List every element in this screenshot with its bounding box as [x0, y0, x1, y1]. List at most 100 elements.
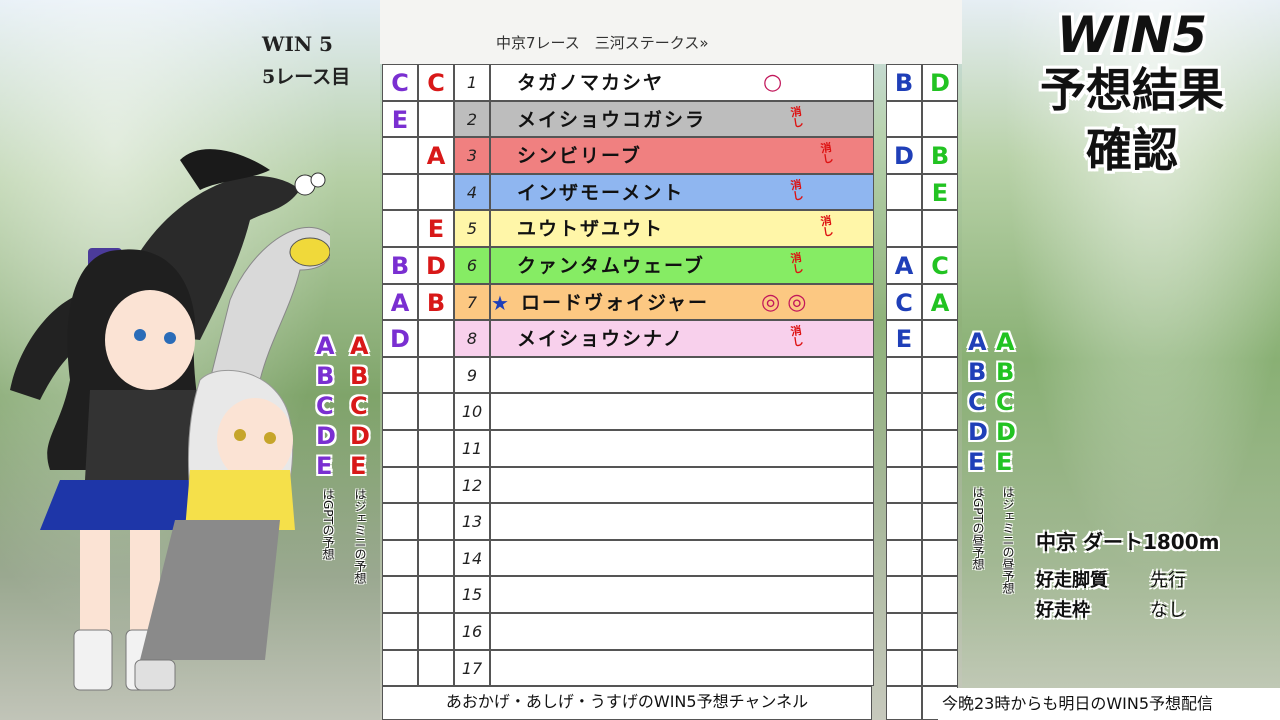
legend-letter: C	[968, 388, 986, 416]
gpt-pick-cell	[382, 649, 418, 687]
gemini-pick-cell	[418, 393, 454, 430]
gpt-pick-cell	[382, 210, 418, 247]
gemini-pick-cell	[418, 503, 454, 540]
gemini-pick-cell: A	[418, 137, 454, 174]
gpt-pick-cell	[382, 393, 418, 430]
horse-row[interactable]: メイショウコガシラ 消し	[490, 100, 874, 138]
gpt-noon-pick-cell	[886, 356, 922, 394]
race-count: 5レース目	[262, 66, 351, 88]
horse-number: 2	[454, 100, 490, 138]
gpt-noon-pick-cell	[886, 576, 922, 613]
gemini-pick-cell: C	[418, 64, 454, 101]
legend-letter: D	[996, 418, 1016, 446]
legend-letter: A	[350, 332, 369, 360]
gemini-noon-pick-cell	[922, 649, 958, 687]
eliminated-label: 消し	[788, 324, 805, 349]
gpt-pick-cell: C	[382, 64, 418, 101]
gpt-noon-pick-cell	[886, 649, 922, 687]
eliminated-label: 消し	[818, 141, 835, 166]
gpt-pick-cell	[382, 503, 418, 540]
legend-letter: E	[996, 448, 1013, 476]
gpt-pick-cell: D	[382, 320, 418, 357]
gemini-noon-pick-cell	[922, 576, 958, 613]
legend-letter: B	[968, 358, 987, 386]
eliminated-label: 消し	[818, 214, 835, 239]
horse-row[interactable]	[490, 430, 874, 467]
eliminated-label: 消し	[788, 104, 805, 129]
legend-gpt-note: はGPTの予想	[321, 488, 335, 560]
win5-label: WIN 5	[262, 32, 333, 56]
horse-name: ロードヴォイジャー	[521, 291, 710, 314]
gemini-noon-pick-cell: A	[922, 283, 958, 321]
gpt-noon-pick-cell: C	[886, 283, 922, 321]
gate-label: 好走枠	[1036, 600, 1090, 621]
leg-type-label: 好走脚質	[1036, 570, 1108, 591]
horse-row[interactable]: タガノマカシヤ ○	[490, 64, 874, 101]
mascot-illustration	[10, 149, 330, 691]
gpt-pick-cell: A	[382, 283, 418, 321]
legend-letter: A	[316, 332, 335, 360]
horse-number: 3	[454, 137, 490, 174]
eliminated-label: 消し	[788, 177, 805, 202]
horse-row[interactable]: クァンタムウェーブ 消し	[490, 247, 874, 284]
title-win5: WIN5	[1056, 6, 1208, 64]
gemini-pick-cell	[418, 649, 454, 687]
horse-number: 14	[454, 539, 490, 577]
gemini-pick-cell: D	[418, 247, 454, 284]
legend-letter: D	[316, 422, 336, 450]
gemini-noon-pick-cell	[922, 503, 958, 540]
gpt-noon-pick-cell	[886, 393, 922, 430]
horse-row[interactable]	[490, 503, 874, 540]
footer-blank-cell-1	[886, 686, 922, 720]
legend-letter: D	[968, 418, 988, 446]
gemini-noon-pick-cell	[922, 320, 958, 357]
horse-number: 13	[454, 503, 490, 540]
horse-row[interactable]: メイショウシナノ 消し	[490, 320, 874, 357]
gpt-noon-pick-cell: D	[886, 137, 922, 174]
gpt-pick-cell	[382, 173, 418, 211]
gpt-noon-pick-cell	[886, 613, 922, 650]
horse-name: メイショウシナノ	[517, 328, 685, 351]
legend-letter: B	[316, 362, 335, 390]
gpt-pick-cell	[382, 430, 418, 467]
horse-row[interactable]	[490, 649, 874, 687]
gemini-noon-pick-cell	[922, 539, 958, 577]
gpt-pick-cell	[382, 356, 418, 394]
horse-row[interactable]	[490, 539, 874, 577]
gpt-noon-pick-cell: B	[886, 64, 922, 101]
horse-name: インザモーメント	[517, 181, 685, 204]
legend-letter: C	[350, 392, 368, 420]
horse-number: 6	[454, 247, 490, 284]
gpt-noon-pick-cell: A	[886, 247, 922, 284]
horse-number: 7	[454, 283, 490, 321]
gemini-pick-cell	[418, 356, 454, 394]
horse-name: シンビリーブ	[517, 145, 642, 168]
gemini-noon-pick-cell	[922, 613, 958, 650]
horse-row[interactable]	[490, 466, 874, 504]
horse-row[interactable]	[490, 393, 874, 430]
horse-row[interactable]: ★ ロードヴォイジャー ◎ ◎	[490, 283, 874, 321]
gpt-noon-pick-cell	[886, 210, 922, 247]
gemini-noon-pick-cell	[922, 356, 958, 394]
gpt-pick-cell	[382, 137, 418, 174]
gemini-pick-cell	[418, 100, 454, 138]
gemini-pick-cell	[418, 539, 454, 577]
race-title: 中京7レース 三河ステークス»	[496, 34, 709, 52]
horse-name: メイショウコガシラ	[517, 108, 707, 131]
horse-row[interactable]: インザモーメント 消し	[490, 173, 874, 211]
gpt-pick-cell	[382, 466, 418, 504]
horse-row[interactable]	[490, 576, 874, 613]
channel-name-box: あおかげ・あしげ・うすげのWIN5予想チャンネル	[382, 686, 872, 720]
gemini-noon-pick-cell: D	[922, 64, 958, 101]
gpt-pick-cell: E	[382, 100, 418, 138]
horse-number: 5	[454, 210, 490, 247]
horse-number: 10	[454, 393, 490, 430]
horse-number: 1	[454, 64, 490, 101]
horse-row[interactable]	[490, 356, 874, 394]
horse-row[interactable]: ユウトザユウト 消し	[490, 210, 874, 247]
gpt-noon-pick-cell	[886, 173, 922, 211]
horse-row[interactable]: シンビリーブ 消し	[490, 137, 874, 174]
gemini-noon-pick-cell	[922, 430, 958, 467]
horse-row[interactable]	[490, 613, 874, 650]
gemini-noon-pick-cell: B	[922, 137, 958, 174]
